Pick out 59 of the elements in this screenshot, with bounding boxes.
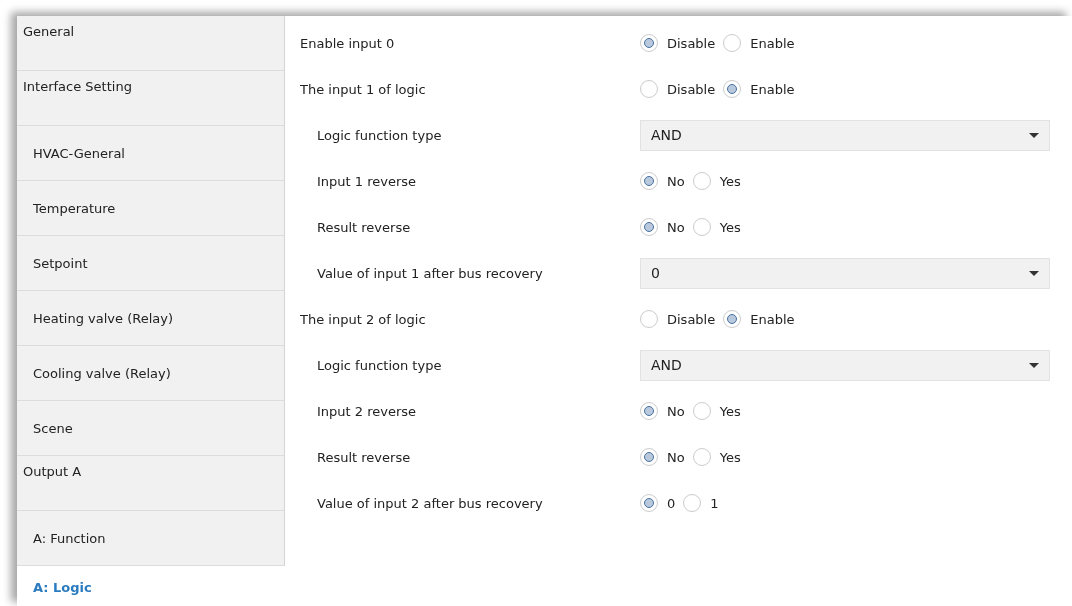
parameter-label: The input 2 of logic xyxy=(300,311,427,327)
parameter-label: Logic function type xyxy=(316,127,443,143)
parameter-label: Enable input 0 xyxy=(300,35,396,51)
caret-icon xyxy=(1029,132,1039,138)
option-label: 1 xyxy=(710,495,719,511)
parameter-label: Logic function type xyxy=(316,357,443,373)
sidebar-item[interactable]: Temperature xyxy=(17,181,285,236)
option-label: Disable xyxy=(667,35,716,51)
sidebar-item[interactable]: Output A xyxy=(17,456,285,511)
option-label: Enable xyxy=(750,81,795,97)
radio-button[interactable] xyxy=(692,218,711,236)
radio-button[interactable] xyxy=(640,80,658,98)
radio-button[interactable] xyxy=(640,218,658,236)
dropdown[interactable]: 0 xyxy=(640,257,1050,289)
sidebar-item[interactable]: Setpoint xyxy=(17,236,285,291)
radio-button[interactable] xyxy=(723,34,742,52)
sidebar-item[interactable]: Scene xyxy=(17,401,285,456)
option-label: No xyxy=(667,403,685,419)
radio-button[interactable] xyxy=(723,80,742,98)
sidebar-item[interactable]: Cooling valve (Relay) xyxy=(17,346,285,401)
parameter-label: Result reverse xyxy=(316,219,412,235)
option-label: Enable xyxy=(750,35,795,51)
option-label: Yes xyxy=(719,173,741,189)
radio-button[interactable] xyxy=(683,494,702,512)
radio-button[interactable] xyxy=(692,402,711,420)
radio-button[interactable] xyxy=(692,172,711,190)
option-label: Yes xyxy=(719,449,741,465)
parameter-label: Result reverse xyxy=(316,449,412,465)
parameter-label: Input 1 reverse xyxy=(316,173,418,189)
radio-button[interactable] xyxy=(723,310,742,328)
dropdown[interactable]: AND xyxy=(640,349,1050,381)
caret-icon xyxy=(1029,270,1039,276)
radio-button[interactable] xyxy=(640,310,658,328)
option-label: No xyxy=(667,173,685,189)
radio-button[interactable] xyxy=(640,34,658,52)
option-label: Disable xyxy=(667,81,716,97)
option-label: Enable xyxy=(750,311,795,327)
sidebar-item[interactable]: Heating valve (Relay) xyxy=(17,291,285,346)
parameter-label: Input 2 reverse xyxy=(316,403,418,419)
radio-button[interactable] xyxy=(640,494,658,512)
radio-button[interactable] xyxy=(640,172,658,190)
radio-button[interactable] xyxy=(692,448,711,466)
option-label: Yes xyxy=(719,403,741,419)
radio-button[interactable] xyxy=(640,402,658,420)
parameter-label: The input 1 of logic xyxy=(300,81,427,97)
caret-icon xyxy=(1029,362,1039,368)
radio-button[interactable] xyxy=(640,448,658,466)
sidebar-item[interactable]: HVAC-General xyxy=(17,126,285,181)
option-label: 0 xyxy=(667,495,676,511)
parameter-label: Value of input 2 after bus recovery xyxy=(316,495,544,511)
option-label: No xyxy=(667,449,685,465)
dropdown[interactable]: AND xyxy=(640,119,1050,151)
sidebar-item[interactable]: General xyxy=(17,16,285,71)
option-label: Disable xyxy=(667,311,716,327)
option-label: Yes xyxy=(719,219,741,235)
sidebar-item[interactable]: Interface Setting xyxy=(17,71,285,126)
sidebar-item[interactable]: A: Function xyxy=(17,511,285,566)
parameter-label: Value of input 1 after bus recovery xyxy=(316,265,544,281)
option-label: No xyxy=(667,219,685,235)
